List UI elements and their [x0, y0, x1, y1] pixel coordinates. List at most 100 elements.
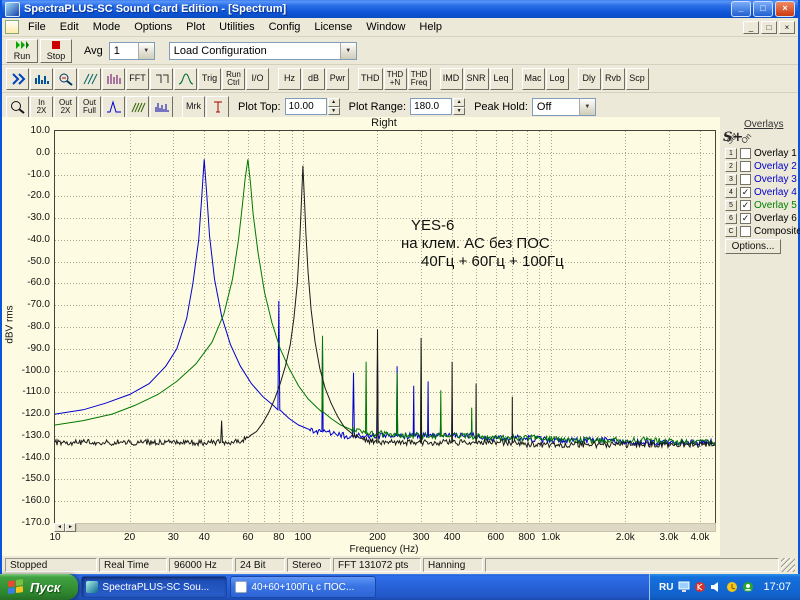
menu-item-options[interactable]: Options — [127, 19, 179, 35]
chevron-down-icon[interactable]: ▼ — [578, 98, 595, 115]
plot-range-spinner[interactable]: ▲ ▼ — [453, 98, 466, 115]
plot-top-input[interactable]: 10.00 — [284, 98, 327, 115]
plot-range-input[interactable]: 180.0 — [410, 98, 453, 115]
menubar: File Edit Mode Options Plot Utilities Config Li… — [2, 18, 798, 37]
marker-icon[interactable] — [206, 95, 229, 118]
overlay-set-button-c[interactable]: C — [725, 225, 737, 237]
mdi-minimize-button[interactable]: _ — [743, 20, 759, 34]
double-chevron-icon[interactable] — [6, 67, 29, 90]
menu-item-edit[interactable]: Edit — [53, 19, 86, 35]
tool-mac-button[interactable]: Mac — [521, 67, 545, 90]
overlay-on-checkbox[interactable] — [740, 160, 751, 172]
menu-item-help[interactable]: Help — [412, 19, 449, 35]
zoom-icon[interactable] — [6, 95, 29, 118]
stop-button[interactable]: Stop — [40, 38, 72, 63]
menu-item-mode[interactable]: Mode — [86, 19, 128, 35]
comb-icon[interactable] — [102, 67, 125, 90]
volume-icon[interactable] — [709, 581, 722, 594]
menu-item-plot[interactable]: Plot — [179, 19, 212, 35]
zoom-wave-icon[interactable] — [54, 67, 77, 90]
menu-item-window[interactable]: Window — [359, 19, 412, 35]
overlay-set-button-5[interactable]: 5 — [725, 199, 737, 211]
bell-curve-icon[interactable] — [174, 67, 197, 90]
network-icon[interactable] — [677, 581, 690, 594]
scroll-right-button[interactable]: ► — [65, 523, 76, 532]
comb-bars-icon[interactable] — [150, 95, 173, 118]
run-button[interactable]: Run — [6, 38, 38, 63]
tool-snr-button[interactable]: SNR — [463, 67, 489, 90]
tool-thd-n-button[interactable]: THD +N — [383, 67, 407, 90]
plot-top-spinner[interactable]: ▲ ▼ — [327, 98, 340, 115]
taskbar-task-button[interactable]: SpectraPLUS-SC Sou... — [81, 576, 228, 598]
messenger-icon[interactable] — [741, 581, 754, 594]
tool-fft-button[interactable]: FFT — [126, 67, 149, 90]
window-corner-icon[interactable] — [150, 67, 173, 90]
tool-out-full-button[interactable]: Out Full — [78, 95, 101, 118]
overlays-options-button[interactable]: Options... — [725, 239, 781, 254]
overlay-on-checkbox[interactable] — [740, 147, 751, 159]
tool-thd-button[interactable]: THD — [358, 67, 383, 90]
tool-log-button[interactable]: Log — [545, 67, 569, 90]
peak-curve-icon[interactable] — [102, 95, 125, 118]
avg-select[interactable]: 1 ▼ — [108, 41, 155, 60]
overlay-set-button-2[interactable]: 2 — [725, 160, 737, 172]
annotation-line: на клем. АС без ПОС — [401, 235, 550, 252]
tool-pwr-button[interactable]: Pwr — [326, 67, 349, 90]
overlay-set-button-3[interactable]: 3 — [725, 173, 737, 185]
tool-out-2x-button[interactable]: Out 2X — [54, 95, 77, 118]
chevron-down-icon[interactable]: ▼ — [339, 42, 356, 59]
config-select[interactable]: Load Configuration ▼ — [168, 41, 357, 60]
tool-dly-button[interactable]: Dly — [577, 67, 601, 90]
tool-in-2x-button[interactable]: In 2X — [30, 95, 53, 118]
mdi-restore-button[interactable]: □ — [761, 20, 777, 34]
spectrum-plot[interactable]: YES-6 на клем. АС без ПОС 40Гц + 60Гц + … — [54, 130, 716, 524]
y-tick-label: 0.0 — [36, 146, 50, 158]
tool-db-button[interactable]: dB — [302, 67, 325, 90]
overlay-label: Overlay 6 — [754, 212, 797, 224]
overlays-header[interactable]: Overlays — [744, 119, 783, 130]
start-button[interactable]: Пуск — [0, 574, 79, 600]
overlay-on-checkbox[interactable]: ✓ — [740, 186, 751, 198]
hatch-icon[interactable] — [78, 67, 101, 90]
peak-hold-select[interactable]: Off ▼ — [531, 97, 596, 116]
stop-label: Stop — [46, 50, 66, 61]
overlay-on-checkbox[interactable]: ✓ — [740, 199, 751, 211]
analysis-toolbar: FFT Trig Run Ctrl I/O Hz dB Pwr THD THD +N THD Freq I… — [2, 65, 798, 93]
menu-item-utilities[interactable]: Utilities — [212, 19, 261, 35]
mdi-close-button[interactable]: × — [779, 20, 795, 34]
scrollbar-thumb[interactable] — [77, 524, 715, 531]
hatch-lines-icon[interactable] — [126, 95, 149, 118]
overlay-set-button-6[interactable]: 6 — [725, 212, 737, 224]
y-tick-label: -50.0 — [27, 255, 50, 267]
overlay-set-button-4[interactable]: 4 — [725, 186, 737, 198]
overlay-on-checkbox[interactable] — [740, 225, 751, 237]
maximize-button[interactable]: □ — [753, 1, 773, 17]
tool-trig-button[interactable]: Trig — [198, 67, 221, 90]
plot-h-scrollbar[interactable]: ◄ ► — [54, 523, 716, 532]
tool-i-o-button[interactable]: I/O — [246, 67, 269, 90]
tool-thd-freq-button[interactable]: THD Freq — [407, 67, 431, 90]
minimize-button[interactable]: _ — [731, 1, 751, 17]
menu-item-license[interactable]: License — [307, 19, 359, 35]
overlay-on-checkbox[interactable] — [740, 173, 751, 185]
scroll-left-button[interactable]: ◄ — [54, 523, 65, 532]
menu-item-config[interactable]: Config — [262, 19, 308, 35]
scrollbar-track[interactable] — [76, 523, 716, 532]
taskbar-task-button[interactable]: 40+60+100Гц с ПОС... — [230, 576, 377, 598]
tool-imd-button[interactable]: IMD — [439, 67, 463, 90]
tool-leq-button[interactable]: Leq — [489, 67, 513, 90]
equalizer-icon[interactable] — [30, 67, 53, 90]
antivirus-icon[interactable] — [693, 581, 706, 594]
close-button[interactable]: × — [775, 1, 795, 17]
language-indicator[interactable]: RU — [659, 582, 673, 593]
overlay-on-checkbox[interactable]: ✓ — [740, 212, 751, 224]
tool-hz-button[interactable]: Hz — [278, 67, 301, 90]
tool-scp-button[interactable]: Scp — [625, 67, 649, 90]
chevron-down-icon[interactable]: ▼ — [137, 42, 154, 59]
overlay-set-button-1[interactable]: 1 — [725, 147, 737, 159]
tool-run-ctrl-button[interactable]: Run Ctrl — [222, 67, 245, 90]
tool-rvb-button[interactable]: Rvb — [601, 67, 625, 90]
tool-mrk-button[interactable]: Mrk — [182, 95, 205, 118]
menu-item-file[interactable]: File — [21, 19, 53, 35]
update-icon[interactable] — [725, 581, 738, 594]
